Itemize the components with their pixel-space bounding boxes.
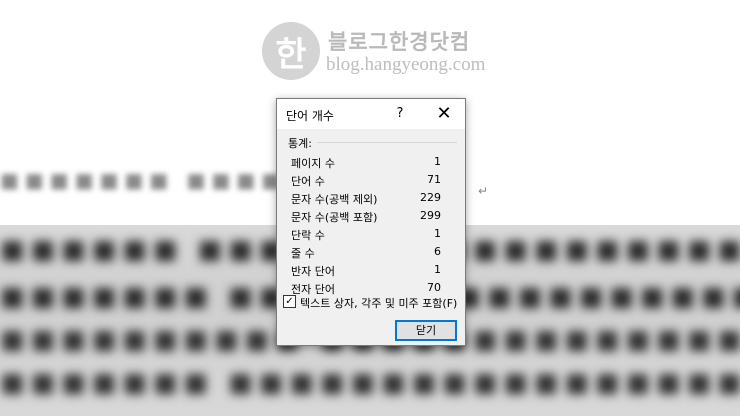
stat-words: 단어 수 71 — [291, 172, 441, 190]
stat-lines: 줄 수 6 — [291, 244, 441, 262]
stat-label: 페이지 수 — [291, 157, 335, 170]
stat-value: 1 — [434, 263, 441, 276]
stat-pages: 페이지 수 1 — [291, 154, 441, 172]
stat-value: 1 — [434, 155, 441, 168]
help-button[interactable]: ? — [389, 104, 411, 124]
stat-value: 229 — [420, 191, 441, 204]
stat-label: 줄 수 — [291, 247, 315, 260]
paragraph-mark-icon: ↵ — [478, 184, 489, 198]
dialog-title: 단어 개수 — [286, 109, 334, 123]
stat-paragraphs: 단락 수 1 — [291, 226, 441, 244]
blurred-text-line: ■■■■■■■ ■■■■■■■■■■■■■■■■■■■■■■■■ — [0, 368, 740, 398]
include-textboxes-label[interactable]: 텍스트 상자, 각주 및 미주 포함(F) — [300, 295, 457, 311]
watermark-seal-logo: 한 — [262, 22, 320, 80]
stat-value: 6 — [434, 245, 441, 258]
stat-value: 70 — [427, 281, 441, 294]
watermark: 한 블로그한경닷컴 blog.hangyeong.com — [262, 22, 492, 82]
stat-characters-no-spaces: 문자 수(공백 제외) 229 — [291, 190, 441, 208]
stat-value: 299 — [420, 209, 441, 222]
stat-label: 문자 수(공백 제외) — [291, 193, 378, 206]
stat-label: 반자 단어 — [291, 265, 335, 278]
stat-label: 문자 수(공백 포함) — [291, 211, 378, 224]
statistics-list: 페이지 수 1 단어 수 71 문자 수(공백 제외) 229 문자 수(공백 … — [291, 154, 441, 298]
watermark-title: 블로그한경닷컴 — [328, 29, 471, 54]
close-icon[interactable]: ✕ — [429, 102, 459, 126]
stat-characters-with-spaces: 문자 수(공백 포함) 299 — [291, 208, 441, 226]
stat-label: 단어 수 — [291, 175, 325, 188]
stat-halfwidth-words: 반자 단어 1 — [291, 262, 441, 280]
include-textboxes-checkbox[interactable]: ✓ — [283, 295, 296, 308]
stat-value: 71 — [427, 173, 441, 186]
close-button[interactable]: 닫기 — [395, 320, 457, 341]
word-count-dialog: 단어 개수 ? ✕ 통계: 페이지 수 1 단어 수 71 문자 수(공백 제외… — [276, 98, 466, 346]
stat-value: 1 — [434, 227, 441, 240]
statistics-label: 통계: — [288, 137, 312, 150]
stat-label: 단락 수 — [291, 229, 325, 242]
statistics-divider — [317, 142, 457, 143]
watermark-url: blog.hangyeong.com — [326, 54, 486, 75]
dialog-titlebar[interactable]: 단어 개수 ? ✕ — [277, 99, 465, 129]
